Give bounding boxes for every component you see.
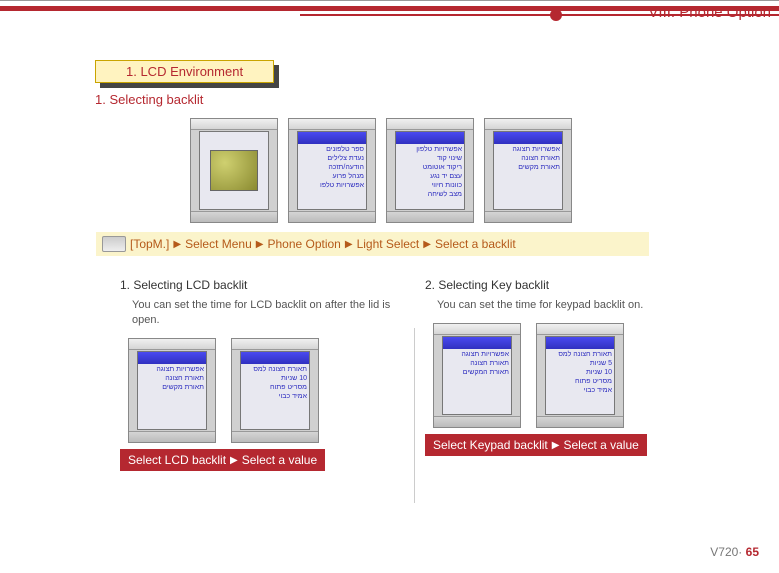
header-knob <box>550 9 562 21</box>
chevron-right-icon: ▶ <box>256 239 264 250</box>
strip-text: Select a value <box>242 453 317 467</box>
right-column: 2. Selecting Key backlit You can set the… <box>415 278 719 503</box>
left-column: 1. Selecting LCD backlit You can set the… <box>110 278 414 503</box>
left-subtitle: 1. Selecting LCD backlit <box>120 278 404 292</box>
breadcrumb-part: Light Select <box>357 237 420 251</box>
breadcrumb-strip: [TopM.] ▶ Select Menu ▶ Phone Option ▶ L… <box>96 232 649 256</box>
right-action-strip: Select Keypad backlit ▶ Select a value <box>425 434 647 456</box>
left-phone-pair: אפשרויות תצוגהתאורת חצונהתאורת מקשים תאו… <box>128 338 404 443</box>
chevron-right-icon: ▶ <box>230 455 238 466</box>
chevron-right-icon: ▶ <box>552 440 560 451</box>
footer-page: 65 <box>746 545 759 559</box>
phone-key-select-2: תאורת חצונה למס5 שניות10 שניותמסריט פתוח… <box>536 323 624 428</box>
phone-option-list: אפשרויות טלפוןשינוי קודריקוד אוטומטעצם י… <box>386 118 474 223</box>
phone-lcd-select-2: תאורת חצונה למס10 שניותמסריט פתוחאמיד כב… <box>231 338 319 443</box>
left-action-strip: Select LCD backlit ▶ Select a value <box>120 449 325 471</box>
phone-sequence: ספר טלפוניםנעדת צליליםהודעה/תזכהמנהל פרו… <box>190 118 572 223</box>
page-header: VIII. Phone Option <box>0 0 779 29</box>
footer: V720· 65 <box>710 545 759 559</box>
yellow-heading-wrap: 1. LCD Environment <box>95 60 274 83</box>
phone-menu-list: ספר טלפוניםנעדת צליליםהודעה/תזכהמנהל פרו… <box>288 118 376 223</box>
header-section-title: VIII. Phone Option <box>648 4 771 21</box>
left-description: You can set the time for LCD backlit on … <box>132 298 404 328</box>
section-title: 1. Selecting backlit <box>95 92 203 107</box>
strip-text: Select a value <box>563 438 638 452</box>
breadcrumb-part: Select a backlit <box>435 237 516 251</box>
footer-model: V720· <box>710 545 742 559</box>
chevron-right-icon: ▶ <box>423 239 431 250</box>
chevron-right-icon: ▶ <box>345 239 353 250</box>
chevron-right-icon: ▶ <box>173 239 181 250</box>
breadcrumb-part: Phone Option <box>267 237 340 251</box>
right-description: You can set the time for keypad backlit … <box>437 298 709 313</box>
two-column-area: 1. Selecting LCD backlit You can set the… <box>110 278 719 503</box>
yellow-heading: 1. LCD Environment <box>95 60 274 83</box>
strip-text: Select Keypad backlit <box>433 438 548 452</box>
phone-icon-menu <box>190 118 278 223</box>
right-phone-pair: אפשרויות תצוגהתאורת חצונהתאורת המקשים תא… <box>433 323 709 428</box>
right-subtitle: 2. Selecting Key backlit <box>425 278 709 292</box>
breadcrumb-part: [TopM.] <box>130 237 169 251</box>
breadcrumb-part: Select Menu <box>185 237 252 251</box>
mouse-icon <box>102 236 126 252</box>
phone-lcd-select-1: אפשרויות תצוגהתאורת חצונהתאורת מקשים <box>128 338 216 443</box>
strip-text: Select LCD backlit <box>128 453 226 467</box>
phone-key-select-1: אפשרויות תצוגהתאורת חצונהתאורת המקשים <box>433 323 521 428</box>
phone-light-select: אפשרויות תצוגהתאורת חצונהתאורת מקשים <box>484 118 572 223</box>
